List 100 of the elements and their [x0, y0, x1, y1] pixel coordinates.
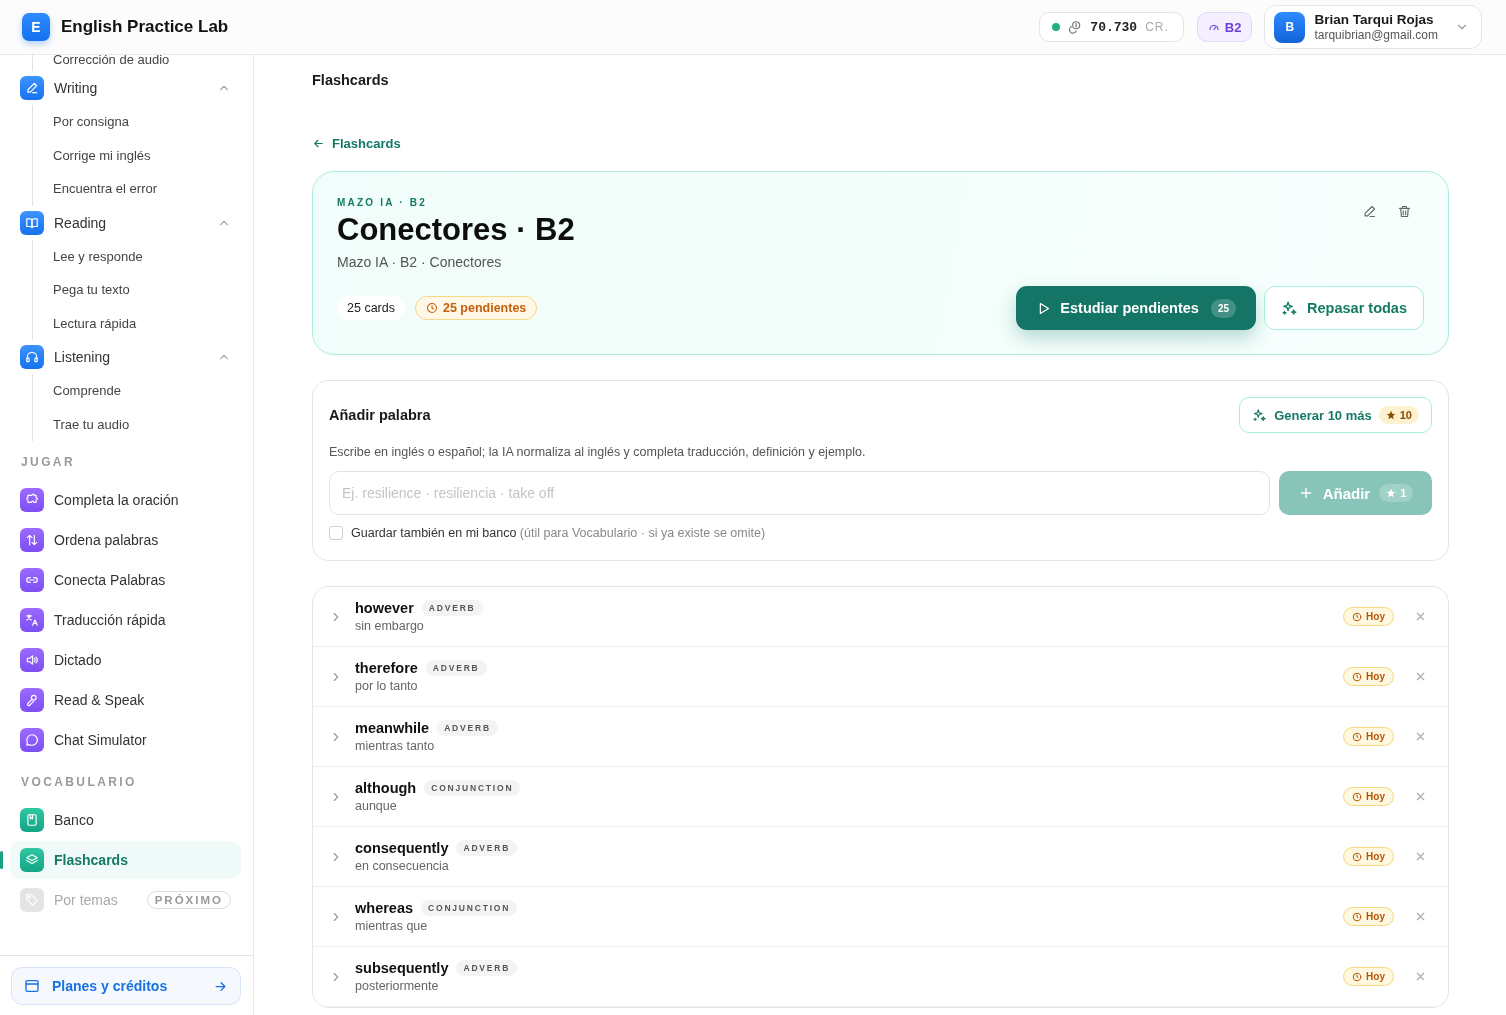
- due-badge: Hoy: [1343, 967, 1394, 986]
- nav-group[interactable]: Listening: [10, 343, 241, 371]
- section-title: Añadir palabra: [329, 407, 431, 423]
- part-of-speech-tag: ADVERB: [437, 720, 498, 736]
- generate-button[interactable]: Generar 10 más 10: [1239, 397, 1432, 433]
- remove-button[interactable]: [1414, 670, 1427, 683]
- remove-button[interactable]: [1414, 790, 1427, 803]
- nav-label: Flashcards: [54, 852, 128, 868]
- part-of-speech-tag: ADVERB: [425, 660, 487, 676]
- nav-subitem[interactable]: Por consigna: [33, 105, 241, 139]
- nav-label: Traducción rápida: [54, 612, 166, 628]
- word: meanwhile: [355, 720, 430, 736]
- clock-icon: [1352, 731, 1363, 742]
- nav-item[interactable]: Read & Speak: [10, 681, 241, 719]
- book-icon: [20, 210, 44, 235]
- plans-button[interactable]: Planes y créditos: [11, 967, 241, 1005]
- chat-bubble-icon: [20, 728, 44, 752]
- puzzle-icon: [20, 488, 44, 512]
- remove-button[interactable]: [1414, 730, 1427, 743]
- back-link[interactable]: Flashcards: [312, 136, 401, 151]
- trash-icon: [1397, 204, 1412, 219]
- pending-badge: 25 pendientes: [414, 296, 538, 320]
- deck-title: Conectores · B2: [337, 212, 576, 248]
- nav-label: Dictado: [54, 652, 102, 668]
- nav-item[interactable]: Completa la oración: [10, 481, 241, 519]
- close-icon: [1414, 970, 1427, 983]
- due-badge: Hoy: [1343, 907, 1394, 926]
- nav-item[interactable]: Dictado: [10, 641, 241, 679]
- word: whereas: [355, 900, 414, 916]
- hint-text: Escribe en inglés o español; la IA normaliza al inglés y completa traducción, definición y ejemplo.: [329, 445, 867, 459]
- speaker-icon: [20, 648, 44, 672]
- sparkle-icon: [1252, 407, 1268, 423]
- clock-icon: [1352, 851, 1363, 862]
- flashcard-row[interactable]: subsequently ADVERB posteriormente Hoy: [313, 947, 1448, 1007]
- nav-subitem[interactable]: Lee y responde: [33, 239, 241, 273]
- arrows-icon: [20, 528, 44, 552]
- card-icon: [24, 978, 40, 994]
- pencil-icon: [1362, 204, 1377, 219]
- credits-unit: CR.: [1145, 20, 1169, 34]
- translation: sin embargo: [355, 619, 425, 633]
- arrow-left-icon: [312, 137, 325, 150]
- user-menu[interactable]: B Brian Tarqui Rojas tarquibrian@gmail.com: [1264, 5, 1482, 49]
- section-title: JUGAR: [20, 454, 76, 471]
- nav-group[interactable]: Writing: [10, 74, 241, 102]
- card-count: 25 cards: [337, 296, 405, 320]
- translation: mientras tanto: [355, 739, 436, 753]
- nav-subitem[interactable]: Trae tu audio: [33, 407, 241, 441]
- nav-subitem[interactable]: Comprende: [33, 374, 241, 408]
- word-input[interactable]: Ej. resilience · resiliencia · take off: [329, 471, 1270, 515]
- nav-subitem[interactable]: Lectura rápida: [33, 306, 241, 340]
- part-of-speech-tag: CONJUNCTION: [421, 900, 518, 916]
- app-logo: E: [22, 13, 50, 41]
- review-button[interactable]: Repasar todas: [1264, 286, 1424, 330]
- nav-subitem[interactable]: Corrige mi inglés: [33, 138, 241, 172]
- app-name: English Practice Lab: [61, 17, 229, 37]
- nav-item[interactable]: Traducción rápida: [10, 601, 241, 639]
- nav-label: Ordena palabras: [54, 532, 159, 548]
- nav-item[interactable]: Conecta Palabras: [10, 561, 241, 599]
- remove-button[interactable]: [1414, 910, 1427, 923]
- nav-item[interactable]: Chat Simulator: [10, 721, 241, 759]
- close-icon: [1414, 790, 1427, 803]
- cost-badge: 1: [1379, 484, 1414, 502]
- nav-item[interactable]: Banco: [10, 801, 241, 839]
- flashcard-row[interactable]: consequently ADVERB en consecuencia Hoy: [313, 827, 1448, 887]
- edit-button[interactable]: [1362, 204, 1377, 219]
- clock-icon: [1352, 971, 1363, 982]
- nav-label: Conecta Palabras: [54, 572, 166, 588]
- page-title: Flashcards: [312, 72, 390, 90]
- close-icon: [1414, 730, 1427, 743]
- close-icon: [1414, 610, 1427, 623]
- layers-icon: [20, 848, 44, 872]
- part-of-speech-tag: ADVERB: [456, 840, 518, 856]
- nav-item[interactable]: Ordena palabras: [10, 521, 241, 559]
- flashcard-row[interactable]: however ADVERB sin embargo Hoy: [313, 587, 1448, 647]
- nav-label: Banco: [54, 812, 94, 828]
- study-button[interactable]: Estudiar pendientes 25: [1016, 286, 1257, 330]
- translation: aunque: [355, 799, 398, 813]
- part-of-speech-tag: ADVERB: [456, 960, 518, 976]
- sparkle-icon: [1281, 299, 1299, 317]
- due-badge: Hoy: [1343, 847, 1394, 866]
- flashcard-row[interactable]: meanwhile ADVERB mientras tanto Hoy: [313, 707, 1448, 767]
- remove-button[interactable]: [1414, 970, 1427, 983]
- remove-button[interactable]: [1414, 850, 1427, 863]
- flashcard-row[interactable]: therefore ADVERB por lo tanto Hoy: [313, 647, 1448, 707]
- nav-label: Por temas: [54, 892, 118, 908]
- due-badge: Hoy: [1343, 787, 1394, 806]
- nav-subitem[interactable]: Encuentra el error: [33, 172, 241, 206]
- delete-button[interactable]: [1397, 204, 1412, 219]
- flashcard-row[interactable]: whereas CONJUNCTION mientras que Hoy: [313, 887, 1448, 947]
- nav-group[interactable]: Reading: [10, 208, 241, 237]
- due-badge: Hoy: [1343, 667, 1394, 686]
- book-icon: [20, 808, 44, 832]
- word: therefore: [355, 660, 418, 676]
- nav-subitem[interactable]: Pega tu texto: [33, 273, 241, 307]
- deck-eyebrow: MAZO IA · B2: [337, 197, 428, 208]
- pen-icon: [20, 76, 44, 100]
- remove-button[interactable]: [1414, 610, 1427, 623]
- checkbox[interactable]: [329, 526, 343, 540]
- flashcard-row[interactable]: although CONJUNCTION aunque Hoy: [313, 767, 1448, 827]
- user-avatar: B: [1274, 11, 1306, 43]
